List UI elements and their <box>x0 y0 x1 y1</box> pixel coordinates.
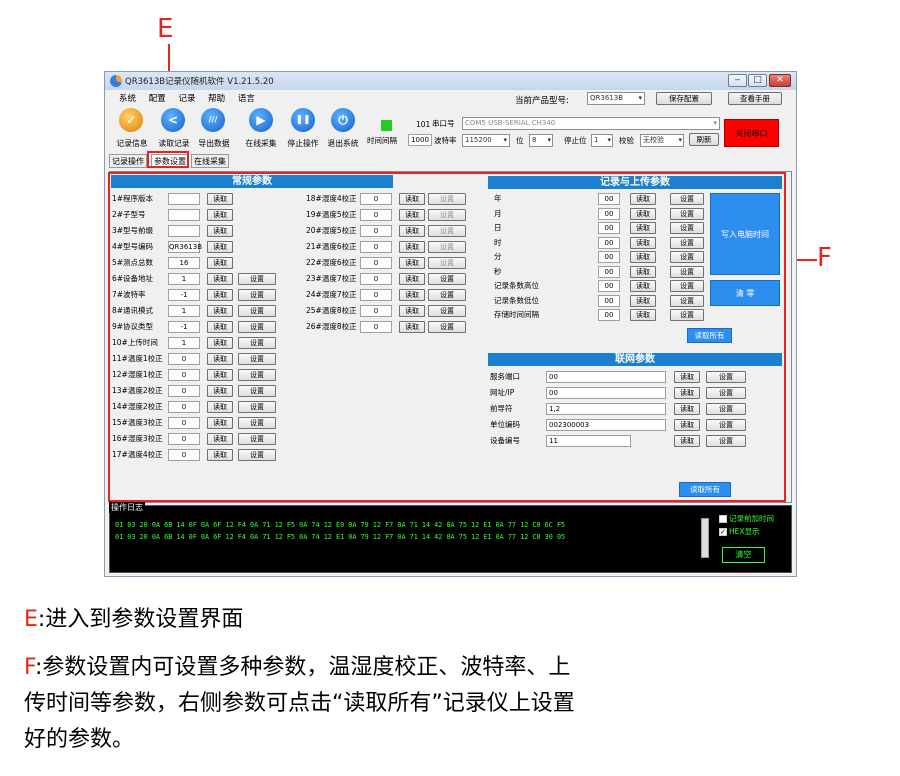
note-f-text: :参数设置内可设置多种参数，温湿度校正、波特率、上 <box>34 655 571 680</box>
record-info-icon[interactable]: ✓ <box>119 108 143 132</box>
bits-label: 位 <box>516 136 524 145</box>
opt-add-time[interactable]: 记录前加时间 <box>719 513 774 524</box>
bits-select[interactable]: 8 ▾ <box>529 134 553 147</box>
minimize-button[interactable]: ‒ <box>728 74 747 87</box>
baud-label: 波特率 <box>434 136 457 145</box>
view-manual-button[interactable]: 查看手册 <box>728 92 782 105</box>
exit-system-icon[interactable]: ⏻ <box>331 108 355 132</box>
highlight-tab-frame <box>147 151 189 168</box>
annotation-f-label: F <box>817 243 832 273</box>
note-e-key: E <box>24 607 38 632</box>
app-logo-icon <box>110 75 122 87</box>
export-data-icon[interactable]: /// <box>201 108 225 132</box>
menu-language[interactable]: 语言 <box>238 92 255 104</box>
menu-bar: 系统 配置 记录 帮助 语言 <box>119 92 265 104</box>
highlight-panel-frame <box>108 172 786 502</box>
stop-operation-icon[interactable]: ❚❚ <box>291 108 315 132</box>
interval-input[interactable]: 1000 <box>408 134 432 146</box>
note-f-key: F <box>24 655 35 680</box>
bits-value: 8 <box>532 136 537 144</box>
add-time-checkbox[interactable] <box>719 515 727 523</box>
tab-online-collect[interactable]: 在线采集 <box>191 154 229 168</box>
product-model-value: QR3613B <box>590 94 623 102</box>
hex-label: HEX显示 <box>729 527 760 536</box>
close-window-button[interactable]: ✕ <box>769 74 791 87</box>
parity-label: 校验 <box>619 136 634 145</box>
add-time-label: 记录前加时间 <box>729 514 774 523</box>
export-data-label: 导出数据 <box>198 139 230 148</box>
parity-select[interactable]: 无校验 ▾ <box>640 134 684 147</box>
stopbits-select[interactable]: 1 ▾ <box>591 134 613 147</box>
baud-select[interactable]: 115200 ▾ <box>462 134 510 147</box>
port-value: COM5 USB-SERIAL CH340 <box>465 119 556 127</box>
menu-system[interactable]: 系统 <box>119 92 136 104</box>
note-f: F:参数设置内可设置多种参数，温湿度校正、波特率、上 <box>24 650 570 686</box>
status-indicator <box>381 120 392 131</box>
window-title: QR3613B记录仪随机软件 V1.21.5.20 <box>125 77 274 87</box>
note-f-line2: 传时间等参数，右侧参数可点击“读取所有”记录仪上设置 <box>24 691 575 716</box>
baud-value: 115200 <box>465 136 492 144</box>
read-record-icon[interactable]: < <box>161 108 185 132</box>
log-scrollbar[interactable] <box>701 518 709 558</box>
maximize-button[interactable]: □ <box>748 74 767 87</box>
parity-value: 无校验 <box>643 136 664 144</box>
note-f-line3: 好的参数。 <box>24 727 135 752</box>
operation-log-header: 操作日志 <box>109 502 145 513</box>
hex-checkbox[interactable]: ✓ <box>719 528 727 536</box>
note-e: E:进入到参数设置界面 <box>24 602 243 638</box>
save-config-button[interactable]: 保存配置 <box>656 92 712 105</box>
annotation-e-label: E <box>157 14 174 44</box>
status-count: 101 <box>416 120 431 129</box>
product-model-label: 当前产品型号: <box>515 96 569 106</box>
note-e-text: :进入到参数设置界面 <box>37 607 244 632</box>
menu-record[interactable]: 记录 <box>178 92 195 104</box>
menu-help[interactable]: 帮助 <box>208 92 225 104</box>
port-select[interactable]: COM5 USB-SERIAL CH340 ▾ <box>462 117 720 130</box>
online-collect-icon[interactable]: ▶ <box>249 108 273 132</box>
exit-system-label: 退出系统 <box>327 139 359 148</box>
refresh-button[interactable]: 刷新 <box>689 133 719 146</box>
tab-record-operation[interactable]: 记录操作 <box>109 154 147 168</box>
stopbits-value: 1 <box>594 136 599 144</box>
clear-log-button[interactable]: 清空 <box>722 547 765 563</box>
opt-hex[interactable]: ✓ HEX显示 <box>719 526 760 537</box>
port-label: 串口号 <box>432 119 455 128</box>
log-line-2: 01 03 20 0A 6B 14 0F 0A 6F 12 F4 0A 71 1… <box>115 533 566 541</box>
stopbits-label: 停止位 <box>564 136 587 145</box>
interval-label: 时间间隔 <box>367 136 397 145</box>
menu-config[interactable]: 配置 <box>149 92 166 104</box>
product-model-select[interactable]: QR3613B ▾ <box>587 92 645 105</box>
close-port-button[interactable]: 关闭串口 <box>724 119 779 147</box>
log-line-1: 01 03 20 0A 6B 14 0F 0A 6F 12 F4 0A 71 1… <box>115 521 566 529</box>
